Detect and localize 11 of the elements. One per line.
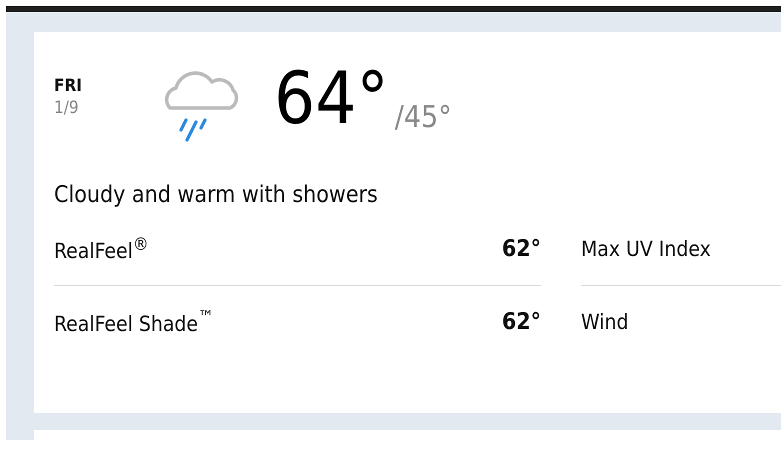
date: 1/9: [54, 98, 80, 118]
high-temperature: 64°: [274, 62, 389, 134]
detail-value: 62°: [502, 309, 541, 335]
detail-label: RealFeel$^{®}$: [54, 234, 149, 262]
forecast-phrase: Cloudy and warm with showers: [54, 182, 379, 208]
weekday: FRI: [54, 76, 83, 96]
detail-label: Wind: [581, 310, 628, 334]
detail-label: RealFeel Shade$^{™}$: [54, 308, 214, 336]
detail-label: Max UV Index: [581, 236, 711, 260]
detail-value: 62°: [502, 236, 541, 262]
low-temperature: /45°: [394, 100, 452, 135]
